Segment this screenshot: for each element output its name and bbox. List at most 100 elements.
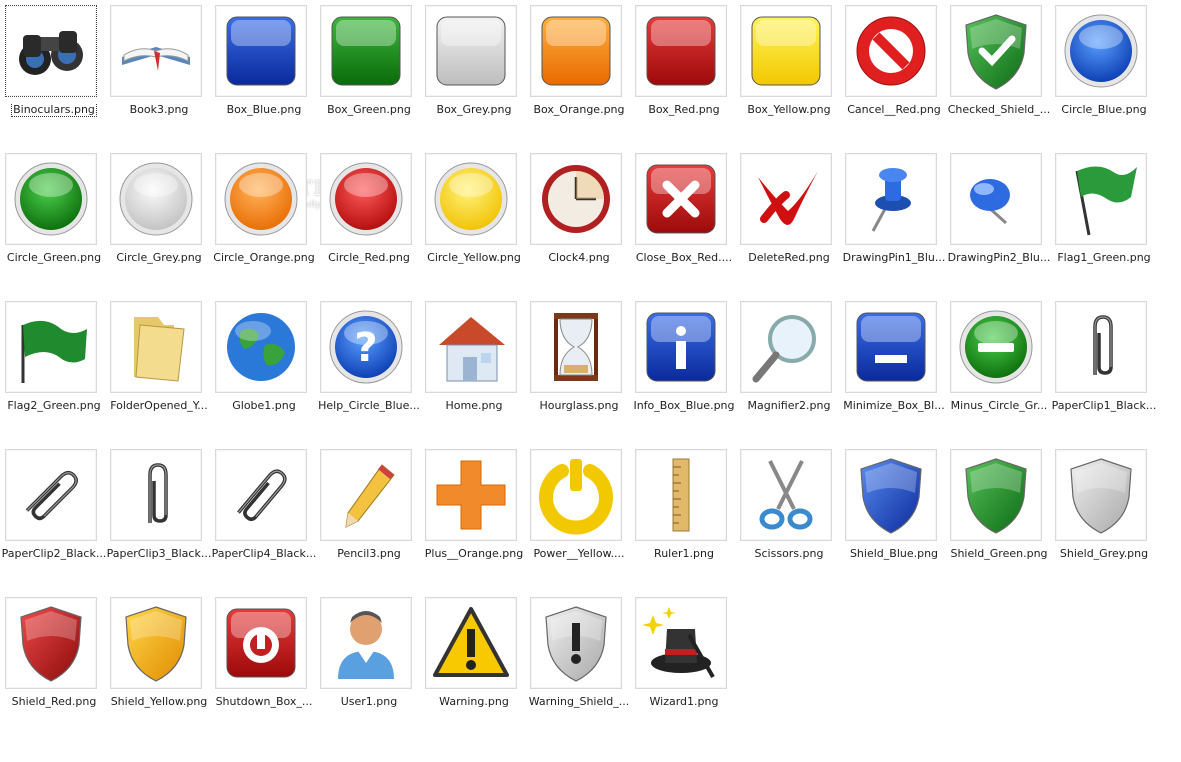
- file-item[interactable]: Shield_Blue.png: [842, 444, 946, 592]
- file-item[interactable]: Binoculars.png: [2, 0, 106, 148]
- user-icon[interactable]: [320, 597, 412, 689]
- minimize-box-icon[interactable]: [845, 301, 937, 393]
- file-item[interactable]: Shield_Red.png: [2, 592, 106, 740]
- file-name-label[interactable]: Help_Circle_Blue...: [313, 399, 425, 413]
- file-item[interactable]: Flag1_Green.png: [1052, 148, 1156, 296]
- drawing-pin-icon[interactable]: [845, 153, 937, 245]
- file-item[interactable]: PaperClip3_Black...: [107, 444, 211, 592]
- file-item[interactable]: Shield_Green.png: [947, 444, 1051, 592]
- file-item[interactable]: Circle_Yellow.png: [422, 148, 526, 296]
- circle-red-icon[interactable]: [320, 153, 412, 245]
- file-name-label[interactable]: Box_Red.png: [628, 103, 740, 117]
- file-name-label[interactable]: Circle_Red.png: [313, 251, 425, 265]
- file-item[interactable]: PaperClip4_Black...: [212, 444, 316, 592]
- file-item[interactable]: Box_Green.png: [317, 0, 421, 148]
- file-item[interactable]: Circle_Red.png: [317, 148, 421, 296]
- file-item[interactable]: Checked_Shield_...: [947, 0, 1051, 148]
- file-item[interactable]: DrawingPin1_Blu...: [842, 148, 946, 296]
- file-item[interactable]: Warning.png: [422, 592, 526, 740]
- file-name-label[interactable]: Circle_Yellow.png: [418, 251, 530, 265]
- file-item[interactable]: Hourglass.png: [527, 296, 631, 444]
- file-item[interactable]: Circle_Blue.png: [1052, 0, 1156, 148]
- file-name-label[interactable]: Shield_Green.png: [943, 547, 1055, 561]
- globe-icon[interactable]: [215, 301, 307, 393]
- file-name-label[interactable]: Ruler1.png: [628, 547, 740, 561]
- box-orange-icon[interactable]: [530, 5, 622, 97]
- file-name-label[interactable]: Flag1_Green.png: [1048, 251, 1160, 265]
- file-item[interactable]: FolderOpened_Y...: [107, 296, 211, 444]
- file-name-label[interactable]: Checked_Shield_...: [943, 103, 1055, 117]
- ruler-icon[interactable]: [635, 449, 727, 541]
- file-item[interactable]: PaperClip1_Black...: [1052, 296, 1156, 444]
- file-name-label[interactable]: Shield_Red.png: [0, 695, 110, 709]
- cancel-red-icon[interactable]: [845, 5, 937, 97]
- shutdown-box-icon[interactable]: [215, 597, 307, 689]
- file-item[interactable]: Pencil3.png: [317, 444, 421, 592]
- shield-green-icon[interactable]: [950, 449, 1042, 541]
- file-name-label[interactable]: Binoculars.png: [0, 103, 110, 117]
- shield-grey-icon[interactable]: [1055, 449, 1147, 541]
- binoculars-icon[interactable]: [5, 5, 97, 97]
- file-item[interactable]: Ruler1.png: [632, 444, 736, 592]
- file-item[interactable]: Close_Box_Red....: [632, 148, 736, 296]
- file-item[interactable]: Book3.png: [107, 0, 211, 148]
- flag-green-icon[interactable]: [1055, 153, 1147, 245]
- paperclip-icon[interactable]: [1055, 301, 1147, 393]
- file-item[interactable]: Cancel__Red.png: [842, 0, 946, 148]
- file-item[interactable]: DeleteRed.png: [737, 148, 841, 296]
- circle-green-icon[interactable]: [5, 153, 97, 245]
- file-name-label[interactable]: Hourglass.png: [523, 399, 635, 413]
- file-item[interactable]: Shutdown_Box_...: [212, 592, 316, 740]
- file-name-label[interactable]: Minus_Circle_Gr...: [943, 399, 1055, 413]
- clock-icon[interactable]: [530, 153, 622, 245]
- file-item[interactable]: Circle_Green.png: [2, 148, 106, 296]
- scissors-icon[interactable]: [740, 449, 832, 541]
- file-name-label[interactable]: Circle_Orange.png: [208, 251, 320, 265]
- file-name-label[interactable]: Shield_Yellow.png: [103, 695, 215, 709]
- file-name-label[interactable]: PaperClip3_Black...: [103, 547, 215, 561]
- file-item[interactable]: Home.png: [422, 296, 526, 444]
- file-item[interactable]: Shield_Yellow.png: [107, 592, 211, 740]
- circle-blue-icon[interactable]: [1055, 5, 1147, 97]
- drawing-pin2-icon[interactable]: [950, 153, 1042, 245]
- file-name-label[interactable]: DeleteRed.png: [733, 251, 845, 265]
- help-circle-icon[interactable]: ?: [320, 301, 412, 393]
- power-yellow-icon[interactable]: [530, 449, 622, 541]
- file-name-label[interactable]: Box_Orange.png: [523, 103, 635, 117]
- shield-yellow-icon[interactable]: [110, 597, 202, 689]
- file-name-label[interactable]: DrawingPin1_Blu...: [838, 251, 950, 265]
- file-name-label[interactable]: Circle_Grey.png: [103, 251, 215, 265]
- file-item[interactable]: Plus__Orange.png: [422, 444, 526, 592]
- checked-shield-icon[interactable]: [950, 5, 1042, 97]
- file-name-label[interactable]: User1.png: [313, 695, 425, 709]
- file-name-label[interactable]: Minimize_Box_Bl...: [838, 399, 950, 413]
- file-name-label[interactable]: PaperClip4_Black...: [208, 547, 320, 561]
- info-box-icon[interactable]: [635, 301, 727, 393]
- file-name-label[interactable]: Info_Box_Blue.png: [628, 399, 740, 413]
- box-red-icon[interactable]: [635, 5, 727, 97]
- file-name-label[interactable]: Circle_Blue.png: [1048, 103, 1160, 117]
- magnifier-icon[interactable]: [740, 301, 832, 393]
- file-item[interactable]: PaperClip2_Black...: [2, 444, 106, 592]
- file-name-label[interactable]: Close_Box_Red....: [628, 251, 740, 265]
- file-item[interactable]: Clock4.png: [527, 148, 631, 296]
- close-box-red-icon[interactable]: [635, 153, 727, 245]
- file-item[interactable]: Warning_Shield_...: [527, 592, 631, 740]
- file-name-label[interactable]: Plus__Orange.png: [418, 547, 530, 561]
- file-item[interactable]: ? Help_Circle_Blue...: [317, 296, 421, 444]
- file-name-label[interactable]: Shield_Grey.png: [1048, 547, 1160, 561]
- file-name-label[interactable]: FolderOpened_Y...: [103, 399, 215, 413]
- file-name-label[interactable]: Flag2_Green.png: [0, 399, 110, 413]
- file-name-label[interactable]: Shield_Blue.png: [838, 547, 950, 561]
- pencil-icon[interactable]: [320, 449, 412, 541]
- file-name-label[interactable]: PaperClip1_Black...: [1048, 399, 1160, 413]
- file-item[interactable]: Box_Grey.png: [422, 0, 526, 148]
- file-item[interactable]: Box_Orange.png: [527, 0, 631, 148]
- file-item[interactable]: Box_Blue.png: [212, 0, 316, 148]
- file-item[interactable]: Minimize_Box_Bl...: [842, 296, 946, 444]
- file-item[interactable]: Magnifier2.png: [737, 296, 841, 444]
- file-name-label[interactable]: Box_Blue.png: [208, 103, 320, 117]
- file-name-label[interactable]: Box_Yellow.png: [733, 103, 845, 117]
- file-name-label[interactable]: Book3.png: [103, 103, 215, 117]
- flag2-green-icon[interactable]: [5, 301, 97, 393]
